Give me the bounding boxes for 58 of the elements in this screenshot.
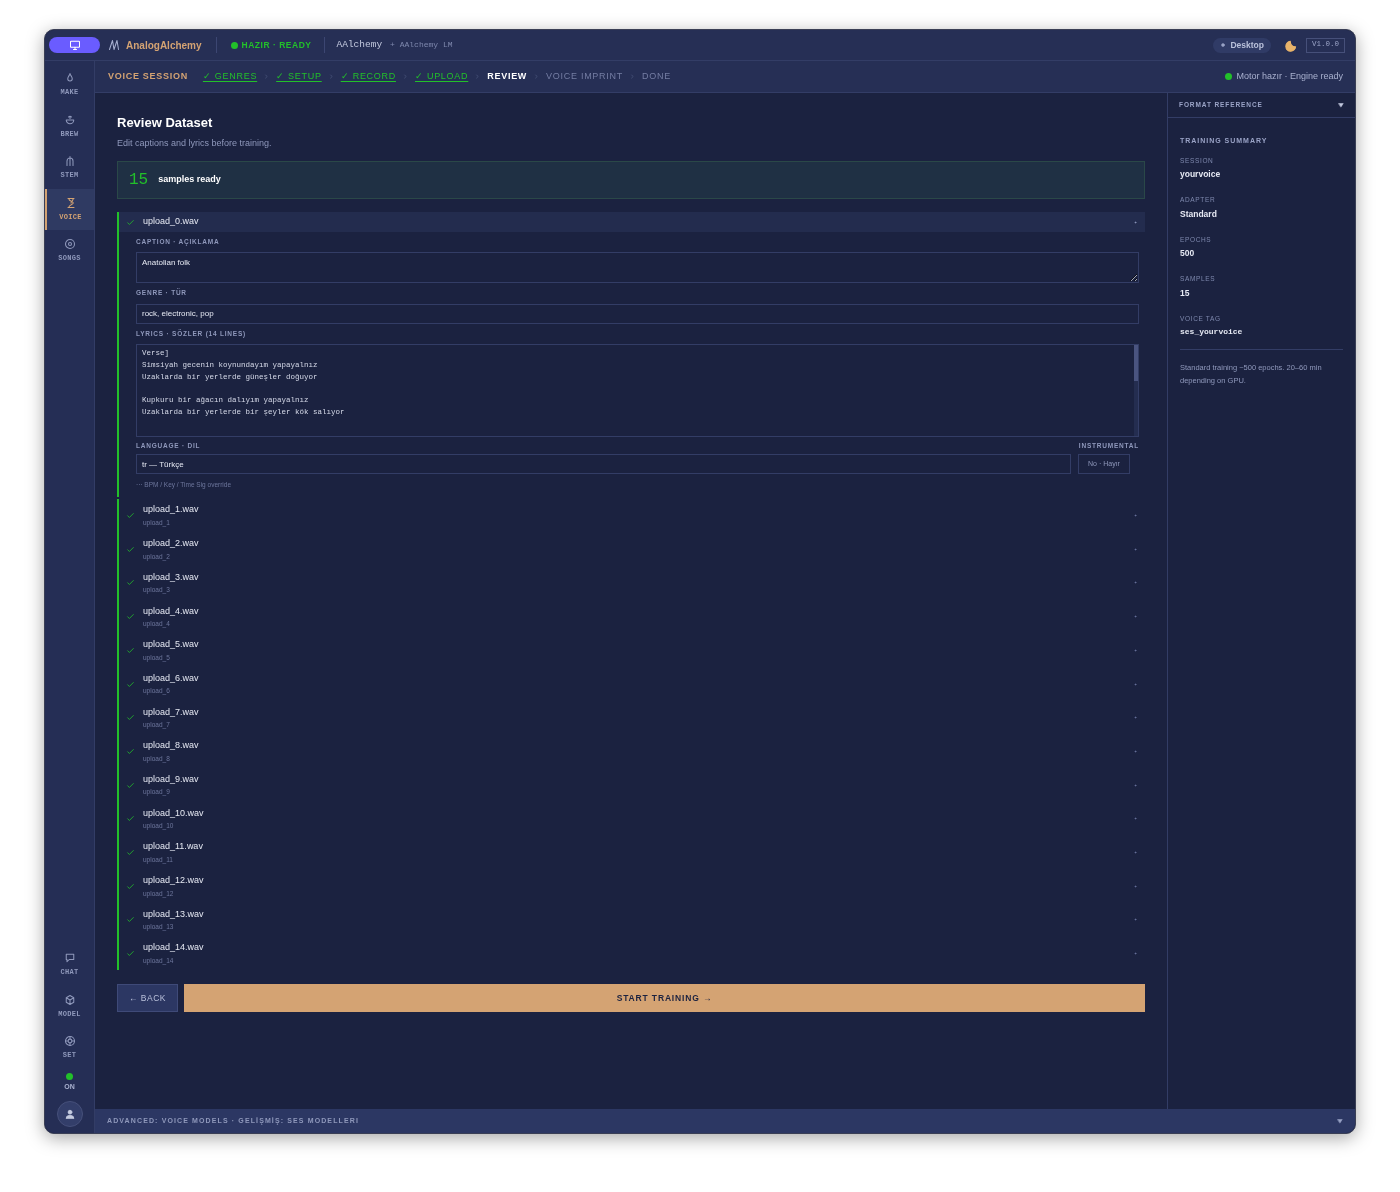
brand-name: AnalogAlchemy: [126, 38, 202, 53]
caption-field[interactable]: Anatolian folk: [136, 251, 1139, 283]
sample-name: upload_7.wav: [143, 705, 199, 719]
summary-value: yourvoice: [1180, 168, 1222, 181]
waveform-logo-icon: [108, 39, 120, 51]
engine-status: Motor hazır · Engine ready: [1236, 69, 1343, 83]
settings-icon: [63, 1035, 76, 1047]
start-training-button[interactable]: START TRAINING →: [184, 984, 1145, 1013]
sample-name: upload_5.wav: [143, 638, 199, 652]
sample-name: upload_11.wav: [143, 840, 203, 854]
sample-name: upload_3.wav: [143, 570, 199, 584]
cube-icon: [63, 993, 76, 1006]
status-label: HAZIR · READY: [241, 38, 312, 52]
summary-value: 500: [1180, 247, 1196, 260]
genre-field[interactable]: rock, electronic, pop: [136, 303, 1139, 324]
step-link[interactable]: ✓ SETUP: [276, 69, 322, 84]
sample-name: upload_14.wav: [143, 941, 204, 955]
model-extra: + AAlchemy LM: [390, 39, 453, 51]
monitor-icon: [67, 39, 82, 51]
sample-header[interactable]: upload_0.wav: [119, 212, 1145, 232]
sample-name: upload_1.wav: [143, 503, 199, 517]
sample-name: upload_13.wav: [143, 907, 204, 921]
sample-name: upload_9.wav: [143, 772, 199, 786]
sample-name: upload_8.wav: [143, 739, 199, 753]
page-subtitle: Edit captions and lyrics before training.: [117, 136, 273, 150]
platform-button[interactable]: Desktop: [1213, 37, 1271, 53]
bowl-icon: [63, 113, 76, 126]
model-name: AAlchemy: [336, 37, 383, 52]
sample-name: upload_6.wav: [143, 671, 199, 685]
summary-value: Standard: [1180, 207, 1218, 221]
user-icon: [64, 1109, 75, 1119]
scrollbar[interactable]: [1134, 345, 1138, 437]
moon-icon[interactable]: [1285, 38, 1298, 52]
sample-name: upload_2.wav: [143, 537, 199, 551]
step-link[interactable]: ✓ UPLOAD: [415, 69, 469, 84]
sample-name: upload_10.wav: [143, 806, 204, 820]
sample-name: upload_4.wav: [143, 604, 199, 618]
session-label: VOICE SESSION: [108, 69, 188, 83]
sample-name: upload_12.wav: [143, 874, 204, 888]
avatar-button[interactable]: [56, 1101, 83, 1127]
language-field[interactable]: tr — Türkçe: [136, 454, 1071, 474]
sparkle-icon: [1220, 42, 1227, 48]
step-link[interactable]: REVIEW: [487, 69, 528, 84]
fork-icon: [63, 155, 76, 167]
summary-value: ses_yourvoice: [1180, 326, 1244, 339]
chat-icon: [63, 952, 76, 964]
disc-icon: [63, 238, 76, 250]
back-button[interactable]: ← BACK: [117, 984, 178, 1013]
page-title: Review Dataset: [117, 114, 214, 132]
caret-icon[interactable]: [1337, 1118, 1343, 1124]
logo-button[interactable]: [49, 37, 100, 53]
step-link[interactable]: ✓ GENRES: [202, 69, 258, 84]
step-link[interactable]: ✓ RECORD: [340, 69, 396, 84]
sample-count: 15: [129, 170, 149, 191]
summary-label: samples ready: [158, 173, 221, 187]
caret-icon: [1338, 102, 1344, 108]
hourglass-icon: [64, 196, 77, 209]
summary-value: 15: [1180, 286, 1191, 300]
